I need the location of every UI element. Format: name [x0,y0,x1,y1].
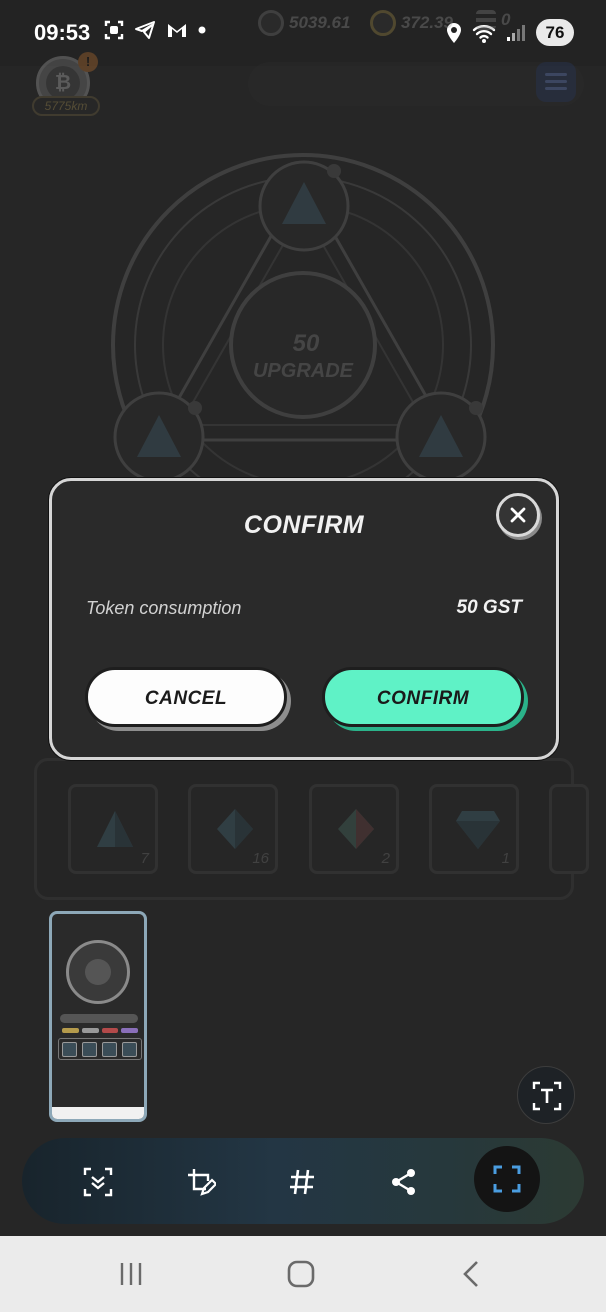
text-extract-icon [532,1081,562,1111]
magic-circle [111,153,495,486]
scan-button[interactable] [474,1146,540,1212]
scroll-capture-button[interactable] [76,1160,120,1204]
telegram-icon [135,21,155,39]
token-consumption-value: 50 GST [456,597,522,618]
balance-gmt-value: 372.39 [401,13,453,32]
back-icon [463,1261,478,1287]
slot-count: 16 [252,850,269,867]
close-icon [510,507,526,523]
balance-bar [248,62,584,106]
home-icon [287,1260,315,1288]
battery-indicator: 76 [536,19,574,46]
balance-gst-value: 5039.61 [289,13,351,32]
preview-inventory [58,1038,142,1060]
pyramid-gem-icon [97,811,133,847]
notification-icons [104,20,206,40]
cancel-button[interactable]: CANCEL [85,667,287,727]
gmail-icon [168,24,186,37]
balance-gmt: 372.39 [370,10,453,36]
alert-icon: ! [78,52,98,72]
balance-stack-value: 0 [501,10,511,29]
hashtag-icon [290,1169,314,1195]
edit-button[interactable] [178,1160,222,1204]
inventory-slot[interactable]: 2 [309,784,399,874]
inventory-slot[interactable]: 16 [188,784,278,874]
scroll-capture-icon [83,1167,113,1197]
inventory-slot[interactable]: 1 [429,784,519,874]
token-consumption-label: Token consumption [86,598,242,618]
preview-toggle [60,1014,138,1023]
menu-button[interactable] [536,62,576,102]
preview-upgrade-core [85,959,111,985]
balance-gst: 5039.61 [258,10,350,36]
gmt-coin-icon [370,10,396,36]
octahedron-gem-icon [338,809,374,849]
scan-icon [493,1165,521,1193]
screenshot-preview[interactable] [49,911,147,1122]
upgrade-button[interactable]: UPGRADE [246,360,360,383]
slot-count: 1 [501,850,510,867]
slot-count: 2 [381,850,390,867]
inventory-slot-partial[interactable] [549,784,589,874]
distance-badge: 5775km [32,96,100,116]
upgrade-cost: 50 [292,330,320,357]
confirm-dialog: CONFIRM Token consumption 50 GST CANCEL … [49,478,559,760]
dot-icon [198,26,206,34]
gem-slot-right[interactable] [395,391,487,483]
back-button[interactable] [449,1254,493,1294]
stack-icon [476,10,496,30]
extract-text-button[interactable] [517,1066,575,1124]
dialog-title: CONFIRM [243,511,365,539]
gem-slot-left[interactable] [113,391,205,483]
share-icon [392,1169,415,1195]
preview-nav-bar [52,1107,144,1119]
close-button[interactable] [496,493,540,537]
bitcoin-icon: ₿ [46,66,80,100]
octahedron-gem-icon [217,809,253,849]
share-button[interactable] [382,1160,426,1204]
gem-slot-top[interactable] [258,160,350,252]
diamond-gem-icon [456,811,500,849]
inventory-slot[interactable]: 7 [68,784,158,874]
recent-apps-button[interactable] [109,1254,153,1294]
confirm-button[interactable]: CONFIRM [322,667,524,727]
gst-coin-icon [258,10,284,36]
screenshot-icon [104,20,124,40]
recent-apps-icon [120,1263,142,1285]
hashtag-button[interactable] [280,1160,324,1204]
slot-count: 7 [140,850,149,867]
status-time: 09:53 [34,20,91,45]
preview-tabs [62,1028,138,1033]
balance-stack: 0 [476,10,510,30]
edit-icon [188,1169,216,1196]
menu-icon [545,73,567,76]
home-button[interactable] [279,1254,323,1294]
